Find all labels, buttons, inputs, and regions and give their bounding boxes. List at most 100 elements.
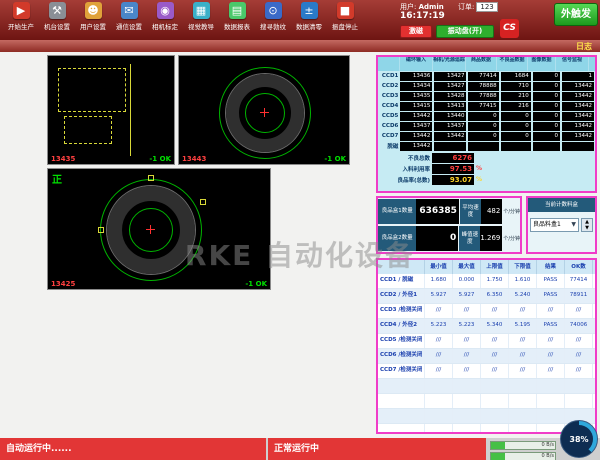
stat-label: 良品率(总数): [380, 176, 432, 184]
meas-name-cell: [378, 379, 425, 393]
ccd-value-cell: 13435: [400, 92, 432, 101]
toolbar-button[interactable]: ☻ 用户设置: [76, 2, 110, 38]
meas-lower-cell: 5.195: [509, 319, 537, 333]
toolbar-info-area: 用户: Admin 订单:123 16:17:19 激磁 振动盘(开) CS 外…: [398, 1, 598, 39]
measurement-header-cell: 最大值: [453, 260, 481, 274]
meas-result-cell: PASS: [537, 319, 565, 333]
meas-upper-cell: [481, 394, 509, 408]
measurement-header-cell: 最小值: [425, 260, 453, 274]
meas-upper-cell: [481, 379, 509, 393]
ccd-value-cell: 13437: [400, 122, 432, 131]
stat-row: 良品率(总数) 93.07 %: [380, 174, 530, 185]
ccd-value-cell: 13428: [434, 92, 466, 101]
table-row: CCD7 /检测关闭 /// /// /// /// /// ///: [378, 364, 595, 379]
ccd-value-cell: 0: [533, 102, 560, 111]
meas-max-cell: ///: [453, 334, 481, 348]
meas-lower-cell: [509, 409, 537, 423]
camera-result-label: -1 OK: [245, 280, 267, 288]
stat-label: 入料利用率: [380, 165, 432, 173]
ccd-value-cell: 210: [501, 92, 531, 101]
log-button[interactable]: 日志: [576, 41, 592, 52]
crosshair-icon: [264, 108, 265, 117]
table-row: [378, 409, 595, 424]
meas-result-cell: [537, 409, 565, 423]
toolbar-button[interactable]: ± 数据清零: [292, 2, 326, 38]
vibrator-toggle-button[interactable]: 振动盘(开): [436, 25, 494, 38]
meas-min-cell: ///: [425, 334, 453, 348]
meas-lower-cell: ///: [509, 304, 537, 318]
meas-max-cell: [453, 424, 481, 434]
meas-ok-count-cell: ///: [565, 304, 593, 318]
external-trigger-button[interactable]: 外触发: [554, 3, 598, 26]
ccd-header-cell: 不良品数据: [497, 57, 528, 71]
peak-speed-unit: 个/分钟: [503, 235, 520, 242]
usage-gauge: 38%: [560, 420, 598, 458]
app-window: ▶ 开始生产 ⚒ 机台设置 ☻ 用户设置 ✉ 通信设置 ◉ 相机标定 ▦ 视觉教…: [0, 0, 600, 460]
ccd-table-body: CCD1 13436 13427 77414 1684 0 1 CCD2 134…: [378, 71, 595, 151]
throughput-meter: 0 B/s: [490, 441, 556, 450]
toolbar-button[interactable]: ■ 振盘停止: [328, 2, 362, 38]
roi-box: [64, 116, 112, 144]
meas-name-cell: CCD7 /检测关闭: [378, 364, 425, 378]
toolbar-button-icon: ◉: [157, 2, 174, 19]
camera-result-label: -1 OK: [149, 155, 171, 163]
demagnetize-button[interactable]: 激磁: [400, 25, 432, 38]
ccd-value-cell: [468, 142, 498, 151]
material-box-dropdown[interactable]: 良品料盒1 ▼: [530, 218, 579, 232]
ccd-value-cell: 13442: [562, 112, 594, 121]
clock: 16:17:19: [400, 11, 445, 21]
current-box-label: 当前计数料盒: [528, 198, 595, 212]
ccd-header-cell: 相机/光源追踪: [433, 57, 466, 71]
stat-value: 6276: [432, 153, 474, 163]
ccd-value-cell: 710: [501, 82, 531, 91]
ccd-row-label: CCD4: [378, 103, 399, 109]
meas-max-cell: [453, 394, 481, 408]
avg-speed-label: 平均速度: [460, 199, 481, 224]
toolbar-button[interactable]: ⚒ 机台设置: [40, 2, 74, 38]
camera-result-label: -1 OK: [324, 155, 346, 163]
toolbar-button[interactable]: ▶ 开始生产: [4, 2, 38, 38]
toolbar-button-label: 相机标定: [152, 21, 178, 31]
ccd-row: CCD1 13436 13427 77414 1684 0 1: [378, 71, 595, 81]
ccd-value-cell: 77414: [468, 72, 498, 81]
meas-name-cell: CCD2 / 外径1: [378, 289, 425, 303]
peak-speed-label: 峰值速度: [459, 226, 480, 251]
toolbar-button[interactable]: ⊙ 搜寻勃纹: [256, 2, 290, 38]
ccd-row: CCD6 13437 13437 0 0 0 13442: [378, 121, 595, 131]
meas-upper-cell: ///: [481, 304, 509, 318]
ccd-value-cell: 13434: [400, 82, 432, 91]
ccd-header-cell: 商品数据: [466, 57, 497, 71]
ccd-value-cell: 13413: [434, 102, 466, 111]
box2-count-value: 0: [416, 226, 458, 251]
meas-min-cell: [425, 424, 453, 434]
box-spinner[interactable]: ▲ ▼: [581, 218, 593, 232]
roi-box: [58, 68, 126, 112]
stat-row: 不良总数 6276: [380, 152, 530, 163]
camera-counter-label: 13425: [51, 280, 75, 288]
toolbar-button[interactable]: ▤ 数据报表: [220, 2, 254, 38]
toolbar-button[interactable]: ◉ 相机标定: [148, 2, 182, 38]
measurement-header-cell: 上限值: [481, 260, 509, 274]
toolbar-button-label: 搜寻勃纹: [260, 21, 286, 31]
counter-row: 良品盒2数量 0 峰值速度 1.269 个/分钟: [378, 225, 520, 252]
toolbar-button[interactable]: ▦ 视觉教导: [184, 2, 218, 38]
chevron-down-icon: ▼: [571, 219, 576, 231]
ccd-value-cell: 0: [468, 132, 498, 141]
ccd-value-cell: 13436: [400, 72, 432, 81]
toolbar-button-label: 通信设置: [116, 21, 142, 31]
meas-name-cell: [378, 394, 425, 408]
main-toolbar: ▶ 开始生产 ⚒ 机台设置 ☻ 用户设置 ✉ 通信设置 ◉ 相机标定 ▦ 视觉教…: [0, 0, 600, 40]
toolbar-button[interactable]: ✉ 通信设置: [112, 2, 146, 38]
ccd-value-cell: 13437: [434, 122, 466, 131]
throughput-meter: 0 B/s: [490, 452, 556, 460]
main-area: 13435 -1 OK 13443 -1 OK 正 13425 -1 OK: [0, 52, 600, 438]
meas-name-cell: CCD4 / 外径2: [378, 319, 425, 333]
meas-upper-cell: 5.340: [481, 319, 509, 333]
camera-view-1: 13435 -1 OK: [47, 55, 175, 165]
ccd-header-cell: 信号监视: [556, 57, 589, 71]
stat-value: 97.53: [432, 164, 474, 174]
user-label: 用户:: [400, 3, 416, 11]
ccd-header-cell: [378, 57, 400, 71]
ccd-value-cell: [501, 142, 531, 151]
ccd-value-cell: 0: [501, 112, 531, 121]
